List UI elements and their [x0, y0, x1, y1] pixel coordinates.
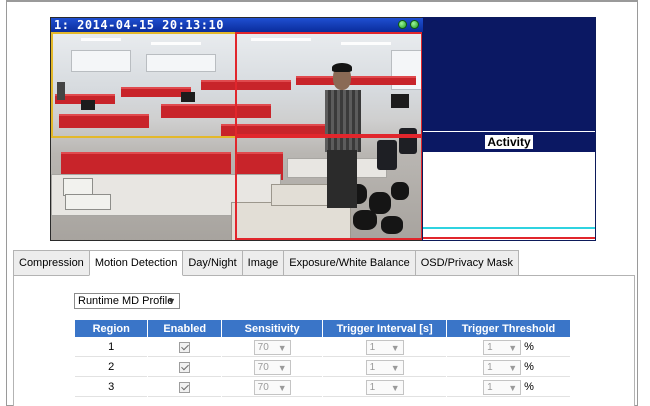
- chevron-down-icon: ▼: [167, 296, 176, 306]
- chevron-down-icon: ▼: [508, 362, 518, 373]
- close-icon[interactable]: [410, 20, 419, 29]
- md-profile-value: Runtime MD Profile: [78, 295, 174, 307]
- percent-unit: %: [524, 341, 534, 353]
- trigger-interval-cell: 1 ▼: [323, 358, 447, 377]
- enabled-checkbox[interactable]: [179, 361, 191, 373]
- desk-box: [65, 194, 111, 210]
- motion-region-1[interactable]: [51, 32, 237, 138]
- trigger-threshold-value: 1: [487, 341, 493, 353]
- sensitivity-cell: 70 ▼: [222, 378, 323, 397]
- tab-osd-privacy-mask[interactable]: OSD/Privacy Mask: [414, 250, 519, 276]
- trigger-threshold-select[interactable]: 1 ▼: [483, 359, 522, 375]
- sensitivity-cell: 70 ▼: [222, 358, 323, 377]
- sensitivity-value: 70: [257, 381, 269, 393]
- settings-tabs: Compression Motion Detection Day/Night I…: [13, 250, 519, 276]
- table-row: 3 70 ▼ 1 ▼ 1 ▼%: [75, 378, 570, 397]
- trigger-interval-value: 1: [369, 341, 376, 353]
- enabled-cell: [148, 358, 221, 377]
- tab-exposure-white-balance[interactable]: Exposure/White Balance: [283, 250, 416, 276]
- sensitivity-value: 70: [257, 341, 269, 353]
- header-region: Region: [75, 320, 148, 337]
- tab-compression[interactable]: Compression: [13, 250, 90, 276]
- enabled-checkbox[interactable]: [179, 341, 191, 353]
- table-header-row: Region Enabled Sensitivity Trigger Inter…: [75, 320, 570, 337]
- trigger-interval-value: 1: [369, 381, 376, 393]
- chevron-down-icon: ▼: [390, 362, 400, 373]
- video-timestamp: 1: 2014-04-15 20:13:10: [54, 18, 224, 32]
- video-titlebar: 1: 2014-04-15 20:13:10: [51, 18, 423, 32]
- trigger-threshold-select[interactable]: 1 ▼: [483, 379, 522, 395]
- sensitivity-select[interactable]: 70 ▼: [253, 379, 291, 395]
- md-profile-select[interactable]: Runtime MD Profile ▼: [74, 293, 180, 309]
- trigger-threshold-cell: 1 ▼%: [447, 378, 570, 397]
- percent-unit: %: [524, 381, 534, 393]
- chevron-down-icon: ▼: [277, 342, 287, 353]
- trigger-interval-select[interactable]: 1 ▼: [365, 379, 404, 395]
- minimize-icon[interactable]: [398, 20, 407, 29]
- activity-graph-area: [423, 18, 595, 131]
- motion-region-3[interactable]: [235, 122, 423, 240]
- table-row: 2 70 ▼ 1 ▼ 1 ▼%: [75, 358, 570, 377]
- tab-day-night[interactable]: Day/Night: [182, 250, 243, 276]
- trigger-interval-select[interactable]: 1 ▼: [365, 339, 404, 355]
- enabled-cell: [148, 378, 221, 397]
- region-number: 2: [75, 358, 148, 377]
- region-number: 1: [75, 338, 148, 357]
- chevron-down-icon: ▼: [508, 382, 518, 393]
- region-divider: [235, 134, 423, 136]
- header-trigger-threshold: Trigger Threshold: [447, 320, 570, 337]
- trigger-interval-value: 1: [369, 361, 376, 373]
- trigger-threshold-value: 1: [487, 381, 493, 393]
- tab-image[interactable]: Image: [241, 250, 285, 276]
- activity-title: Activity: [423, 131, 595, 152]
- header-sensitivity: Sensitivity: [222, 320, 323, 337]
- chevron-down-icon: ▼: [390, 342, 400, 353]
- trigger-interval-cell: 1 ▼: [323, 378, 447, 397]
- tab-motion-detection[interactable]: Motion Detection: [88, 250, 184, 276]
- table-row: 1 70 ▼ 1 ▼ 1 ▼%: [75, 338, 570, 357]
- trigger-interval-cell: 1 ▼: [323, 338, 447, 357]
- chevron-down-icon: ▼: [390, 382, 400, 393]
- activity-line-cyan: [423, 227, 595, 229]
- md-region-table: Region Enabled Sensitivity Trigger Inter…: [74, 319, 571, 398]
- header-enabled: Enabled: [148, 320, 221, 337]
- trigger-interval-select[interactable]: 1 ▼: [365, 359, 404, 375]
- activity-panel: Activity: [422, 17, 596, 241]
- activity-line-red: [423, 237, 595, 239]
- enabled-checkbox[interactable]: [179, 381, 191, 393]
- percent-unit: %: [524, 361, 534, 373]
- sensitivity-cell: 70 ▼: [222, 338, 323, 357]
- activity-title-text: Activity: [485, 135, 533, 149]
- trigger-threshold-select[interactable]: 1 ▼: [483, 339, 522, 355]
- chevron-down-icon: ▼: [277, 382, 287, 393]
- chevron-down-icon: ▼: [508, 342, 518, 353]
- camera-video-preview[interactable]: 1: 2014-04-15 20:13:10: [50, 17, 424, 241]
- trigger-threshold-cell: 1 ▼%: [447, 338, 570, 357]
- sensitivity-value: 70: [257, 361, 269, 373]
- trigger-threshold-cell: 1 ▼%: [447, 358, 570, 377]
- enabled-cell: [148, 338, 221, 357]
- trigger-threshold-value: 1: [487, 361, 493, 373]
- sensitivity-select[interactable]: 70 ▼: [253, 339, 291, 355]
- chevron-down-icon: ▼: [277, 362, 287, 373]
- region-number: 3: [75, 378, 148, 397]
- header-trigger-interval: Trigger Interval [s]: [323, 320, 447, 337]
- sensitivity-select[interactable]: 70 ▼: [253, 359, 291, 375]
